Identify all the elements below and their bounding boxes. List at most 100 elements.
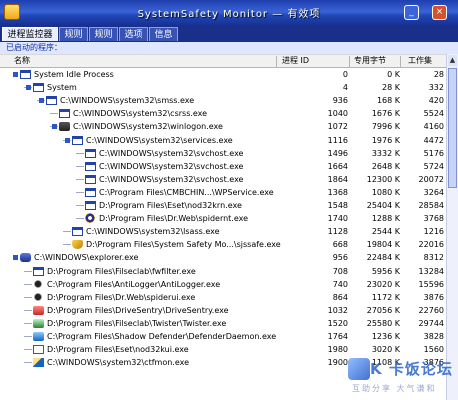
process-id: 956: [332, 253, 348, 263]
table-row[interactable]: D:\Program Files\Eset\nod32krn.exe 1548 25…: [0, 199, 446, 212]
table-row[interactable]: C:\Program Files\AntiLogger\AntiLogger.e…: [0, 278, 446, 291]
window-icon: [46, 96, 57, 106]
window-icon: [85, 201, 96, 210]
private-bytes: 25580 K: [366, 318, 400, 328]
process-id: 1040: [327, 109, 348, 119]
private-bytes: 1976 K: [371, 135, 400, 145]
table-row[interactable]: C:\WINDOWS\system32\svchost.exe 1664 2648 …: [0, 160, 446, 173]
window-icon: [33, 83, 44, 93]
tree-connector: [24, 349, 32, 351]
window-icon: [85, 187, 96, 197]
minimize-button[interactable]: _: [404, 5, 419, 20]
table-row[interactable]: C:\WINDOWS\system32\svchost.exe 1496 3332 …: [0, 147, 446, 160]
tree-expand-toggle[interactable]: [65, 137, 70, 143]
private-bytes: 27056 K: [366, 305, 400, 315]
tree-connector: [76, 152, 84, 154]
tree-expand-toggle[interactable]: [26, 85, 31, 91]
table-row[interactable]: D:\Program Files\Dr.Web\spiderui.exe 864 1…: [0, 291, 446, 304]
private-bytes: 19804 K: [366, 240, 400, 250]
column-divider[interactable]: [276, 56, 277, 67]
tree-expand-toggle[interactable]: [13, 72, 18, 77]
process-name: C:\WINDOWS\system32\winlogon.exe: [73, 122, 223, 132]
vertical-scrollbar[interactable]: ▲: [446, 54, 458, 400]
process-id: 1032: [327, 305, 348, 315]
table-row[interactable]: D:\Program Files\Dr.Web\spidernt.exe 1740…: [0, 212, 446, 225]
process-name: C:\WINDOWS\system32\svchost.exe: [99, 148, 244, 158]
scroll-up-arrow[interactable]: ▲: [448, 55, 457, 66]
tree-connector: [63, 244, 71, 246]
user-icon: [20, 253, 31, 263]
column-pid[interactable]: 进程 ID: [282, 55, 309, 67]
tree-expand-toggle[interactable]: [39, 98, 44, 104]
table-row[interactable]: System Idle Process 0 0 K 28: [0, 68, 446, 81]
working-set: 420: [428, 96, 444, 106]
process-id: 4: [342, 83, 348, 93]
watermark-text: K 卡饭论坛: [370, 360, 453, 378]
tab-rules[interactable]: 规则: [59, 27, 88, 41]
working-set: 1560: [423, 345, 444, 355]
tab-info[interactable]: 信息: [149, 27, 178, 41]
e-app-icon: [33, 345, 44, 355]
process-name: C:\WINDOWS\explorer.exe: [34, 253, 139, 263]
table-row[interactable]: C:\Program Files\Shadow Defender\Defende…: [0, 330, 446, 343]
table-row[interactable]: D:\Program Files\DriveSentry\DriveSentry…: [0, 304, 446, 317]
working-set: 28: [433, 70, 444, 79]
table-row[interactable]: C:\WINDOWS\system32\csrss.exe 1040 1676 K 5…: [0, 107, 446, 120]
table-row[interactable]: C:\WINDOWS\explorer.exe 956 22484 K 8312: [0, 251, 446, 264]
subheader-text: 已启动的程序：: [6, 43, 62, 52]
scroll-thumb[interactable]: [448, 68, 457, 188]
working-set: 22760: [418, 305, 444, 315]
blue-app-icon: [33, 332, 44, 341]
column-private-bytes[interactable]: 专用字节: [354, 55, 386, 67]
tab-options[interactable]: 选项: [119, 27, 148, 41]
private-bytes: 1172 K: [371, 292, 400, 302]
tab-rules-2[interactable]: 规则: [89, 27, 118, 41]
table-row[interactable]: C:\Program Files\CMBCHIN...\WPService.ex…: [0, 186, 446, 199]
title-bar: SystemSafety Monitor — 有效项 _ ×: [0, 0, 458, 26]
table-row[interactable]: C:\WINDOWS\system32\smss.exe 936 168 K 420: [0, 94, 446, 107]
tree-expand-toggle[interactable]: [52, 124, 57, 130]
process-id: 0: [342, 70, 348, 79]
process-name: D:\Program Files\Eset\nod32krn.exe: [99, 201, 242, 210]
window-icon: [72, 227, 83, 237]
process-name: D:\Program Files\Dr.Web\spidernt.exe: [99, 214, 249, 224]
shield-icon: [72, 240, 83, 250]
process-id: 1128: [327, 227, 348, 237]
started-programs-label: 已启动的程序：: [0, 42, 458, 54]
process-name: C:\WINDOWS\system32\smss.exe: [60, 96, 195, 106]
column-divider[interactable]: [400, 56, 401, 67]
process-id: 1520: [327, 318, 348, 328]
table-row[interactable]: C:\WINDOWS\system32\svchost.exe 1864 12300…: [0, 173, 446, 186]
tree-connector: [76, 178, 84, 180]
column-divider[interactable]: [349, 56, 350, 67]
table-row[interactable]: D:\Program Files\Filseclab\Twister\Twist…: [0, 317, 446, 330]
process-tree-list[interactable]: System Idle Process 0 0 K 28 System 4 28 K 332 C…: [0, 68, 446, 400]
process-id: 668: [332, 240, 348, 250]
spider-icon: [33, 278, 43, 289]
table-row[interactable]: C:\WINDOWS\system32\lsass.exe 1128 2544 K 1…: [0, 225, 446, 238]
private-bytes: 12300 K: [366, 174, 400, 184]
tree-expand-toggle[interactable]: [13, 255, 18, 261]
window-title: SystemSafety Monitor — 有效项: [137, 9, 321, 20]
close-button[interactable]: ×: [432, 5, 447, 20]
table-row[interactable]: C:\WINDOWS\system32\services.exe 1116 1976…: [0, 134, 446, 147]
column-working-set[interactable]: 工作集: [408, 55, 432, 67]
table-row[interactable]: C:\WINDOWS\system32\winlogon.exe 1072 7996…: [0, 120, 446, 133]
column-name[interactable]: 名称: [14, 55, 30, 67]
window-icon: [33, 266, 44, 276]
working-set: 3264: [423, 187, 444, 197]
green-app-icon: [33, 318, 44, 328]
process-name: D:\Program Files\Filseclab\fwfilter.exe: [47, 266, 196, 276]
private-bytes: 3332 K: [371, 148, 400, 158]
working-set: 28584: [418, 201, 444, 210]
process-name: C:\WINDOWS\system32\svchost.exe: [99, 174, 244, 184]
private-bytes: 2544 K: [371, 227, 400, 237]
tree-connector: [76, 191, 84, 193]
table-row[interactable]: System 4 28 K 332: [0, 81, 446, 94]
tree-connector: [24, 296, 32, 298]
table-row[interactable]: D:\Program Files\Filseclab\fwfilter.exe 7…: [0, 265, 446, 278]
table-row[interactable]: D:\Program Files\System Safety Mo...\sjs…: [0, 238, 446, 251]
tree-connector: [76, 218, 84, 220]
tab-process-monitor[interactable]: 进程监控器: [2, 27, 58, 41]
table-row[interactable]: D:\Program Files\Eset\nod32kui.exe 1980 30…: [0, 343, 446, 356]
